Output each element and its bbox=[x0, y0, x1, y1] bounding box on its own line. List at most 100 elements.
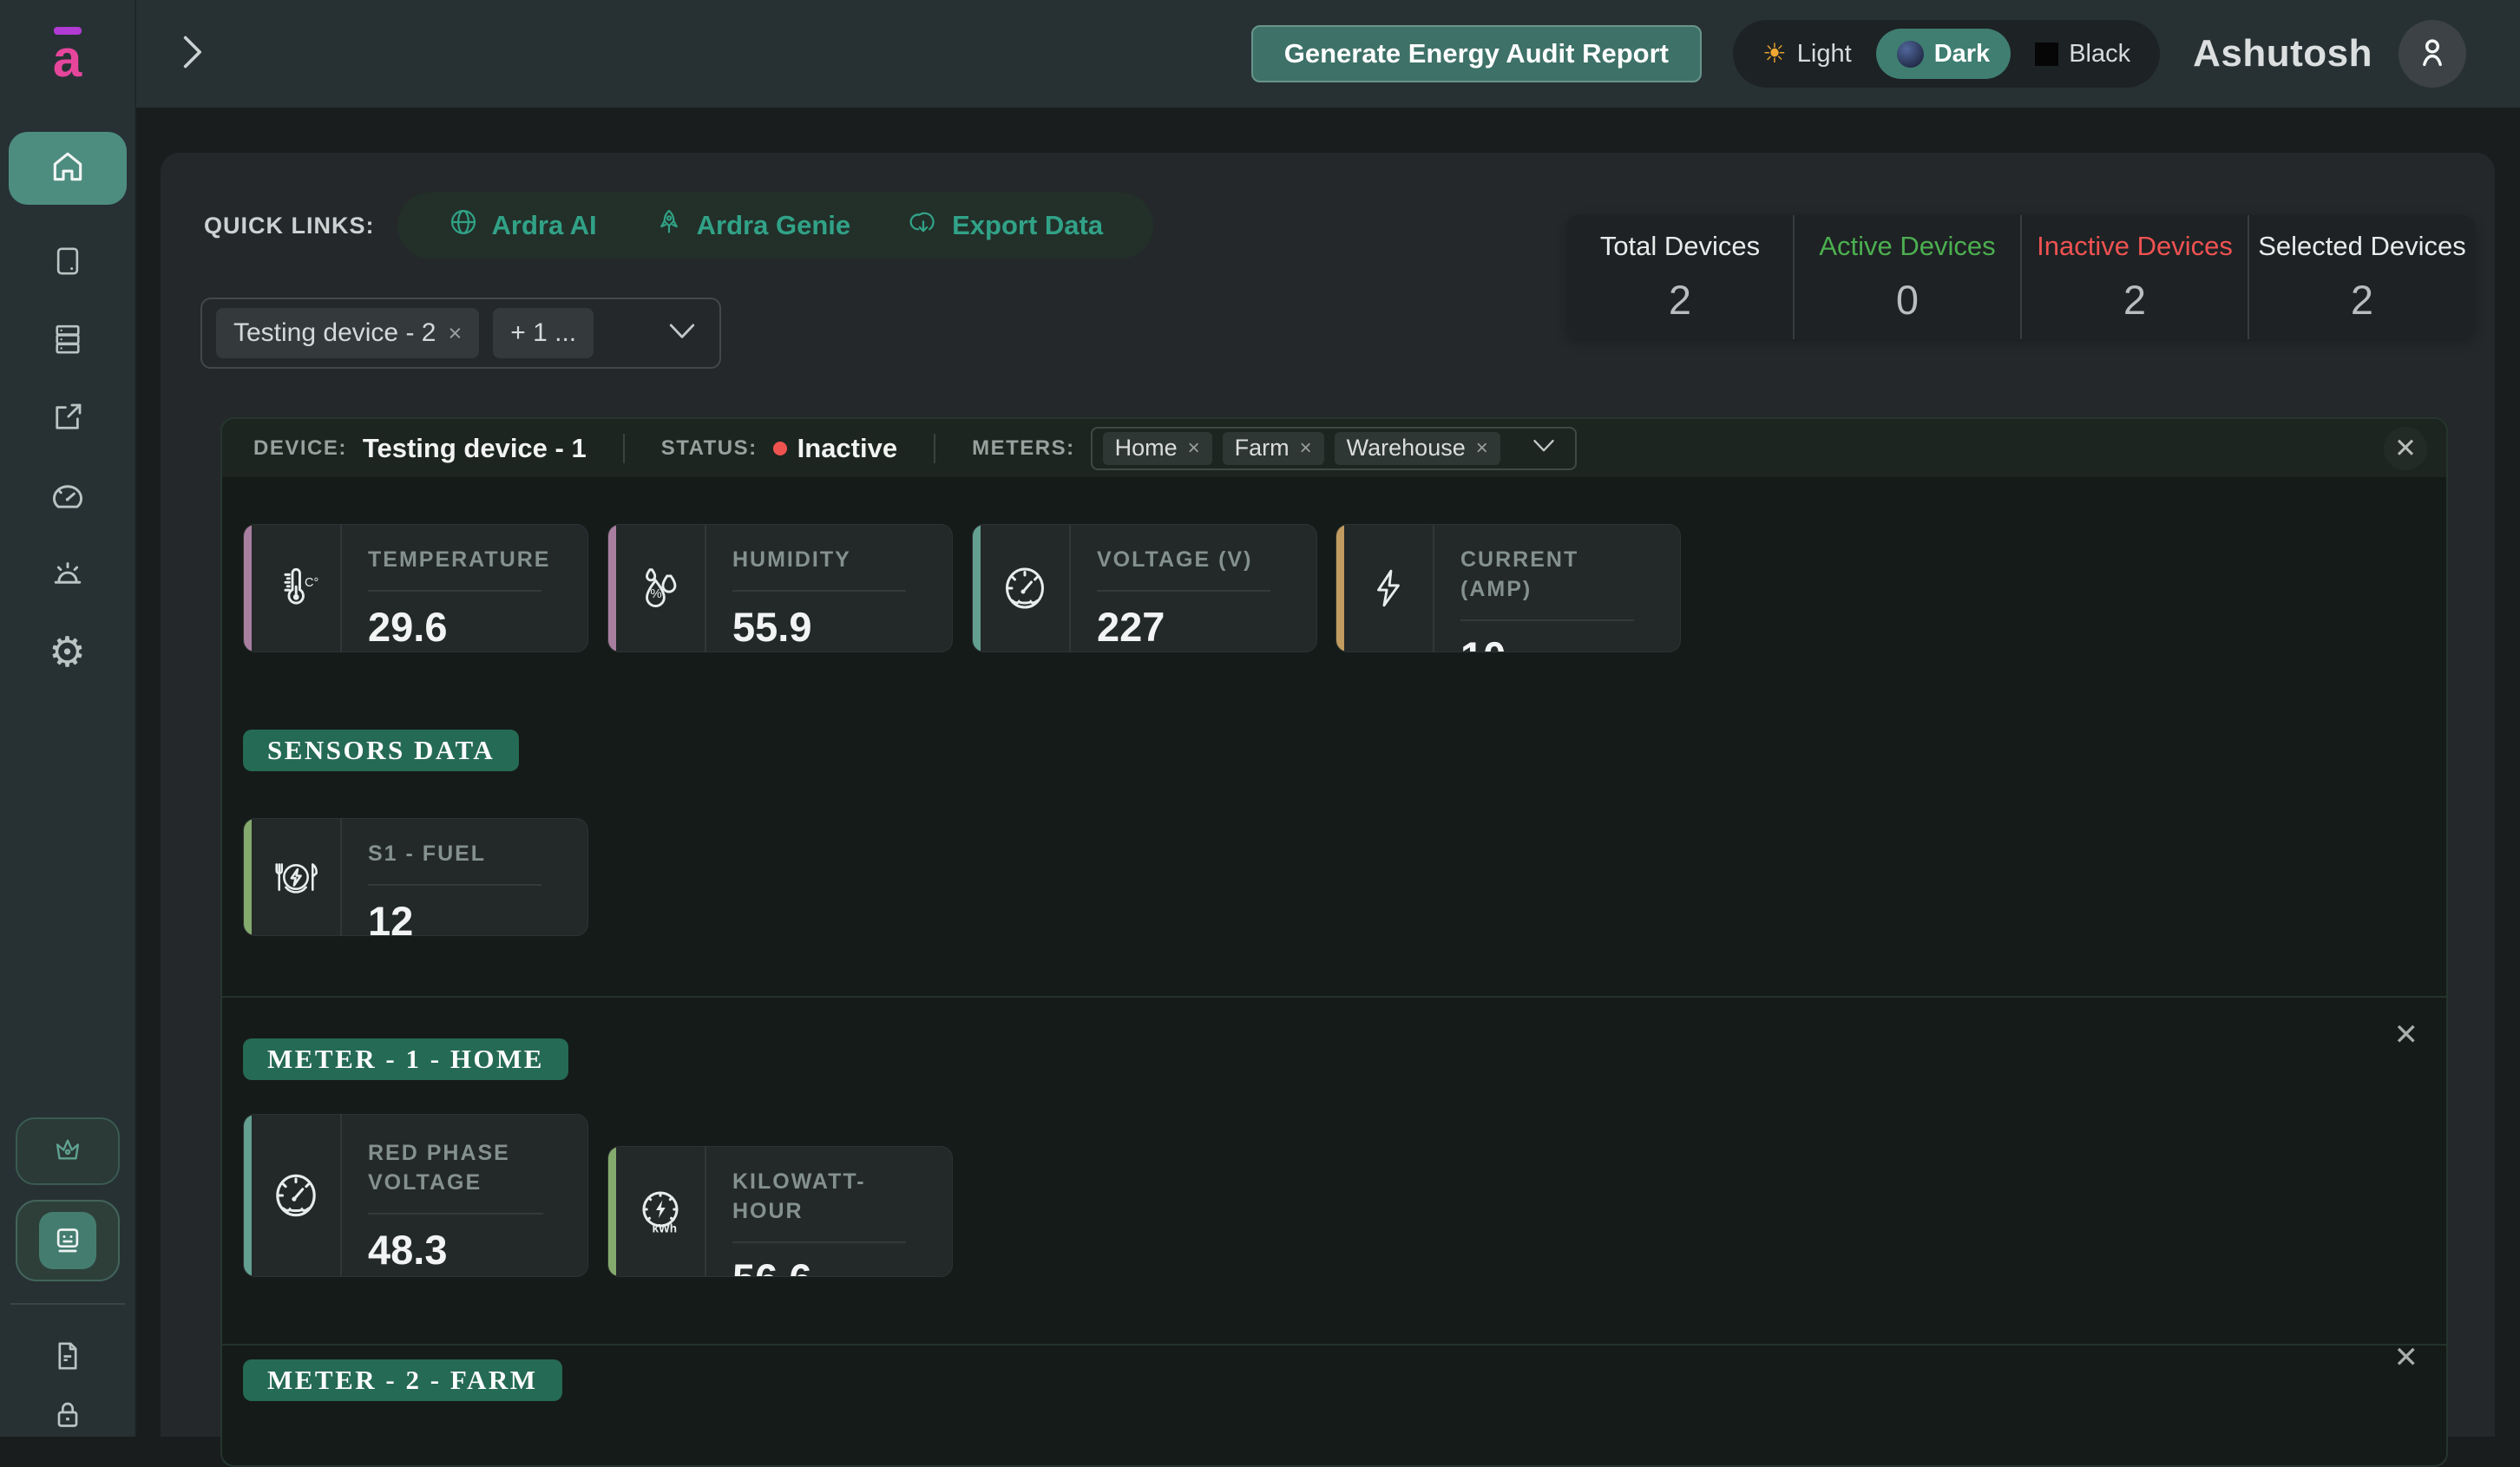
device-chip: Testing device - 2 × bbox=[216, 308, 479, 358]
card-accent bbox=[608, 525, 616, 652]
device-chip-label: Testing device - 2 bbox=[233, 318, 436, 348]
card-body: KILOWATT-HOUR 56.6 bbox=[706, 1147, 952, 1276]
card-body: S1 - FUEL 12 bbox=[342, 819, 587, 935]
tablet-icon bbox=[50, 242, 85, 285]
svg-text:kWh: kWh bbox=[653, 1221, 678, 1235]
metric-card-current: CURRENT (AMP) 10 bbox=[1335, 524, 1681, 652]
card-body: HUMIDITY 55.9 bbox=[706, 525, 952, 652]
card-body: CURRENT (AMP) 10 bbox=[1434, 525, 1680, 652]
header-divider bbox=[934, 434, 935, 463]
stat-active-devices: Active Devices 0 bbox=[1793, 215, 2020, 339]
device-label: DEVICE: bbox=[253, 436, 347, 461]
close-device-panel-button[interactable]: ✕ bbox=[2384, 427, 2427, 470]
card-value: 29.6 bbox=[368, 603, 565, 651]
stat-label: Active Devices bbox=[1819, 231, 1995, 262]
card-accent bbox=[608, 1147, 616, 1276]
device-panel-header: DEVICE: Testing device - 1 STATUS: Inact… bbox=[222, 419, 2446, 477]
quick-link-ardra-genie[interactable]: Ardra Genie bbox=[654, 206, 850, 245]
moon-icon bbox=[1897, 41, 1924, 68]
theme-toggle: ☀ Light Dark Black bbox=[1733, 20, 2160, 88]
sidebar-item-data[interactable] bbox=[48, 321, 88, 361]
sidebar-premium-button[interactable] bbox=[16, 1117, 120, 1185]
device-multiselect[interactable]: Testing device - 2 × + 1 ... bbox=[200, 298, 721, 369]
theme-dark-label: Dark bbox=[1934, 40, 1991, 69]
card-value: 227 bbox=[1097, 603, 1294, 651]
header-divider bbox=[623, 434, 625, 463]
card-rule bbox=[368, 884, 541, 886]
logo-letter: a bbox=[53, 36, 82, 81]
meter-chip-label: Warehouse bbox=[1347, 435, 1466, 462]
sensors-data-badge: SENSORS DATA bbox=[243, 730, 519, 771]
content-card: QUICK LINKS: Ardra AI Ardra Genie bbox=[161, 153, 2495, 1437]
remove-meter-chip-icon[interactable]: × bbox=[1188, 436, 1200, 461]
meter-chip-warehouse: Warehouse × bbox=[1335, 432, 1500, 465]
quick-link-ardra-ai[interactable]: Ardra AI bbox=[448, 206, 597, 245]
lock-icon bbox=[50, 1396, 85, 1438]
meters-label: METERS: bbox=[972, 436, 1075, 461]
kwh-meter-icon: kWh bbox=[616, 1147, 706, 1276]
meter-chip-home: Home × bbox=[1103, 432, 1212, 465]
remove-device-chip-icon[interactable]: × bbox=[448, 320, 462, 347]
sidebar-divider bbox=[10, 1303, 125, 1305]
quick-links-pill: Ardra AI Ardra Genie Export Data bbox=[397, 193, 1154, 259]
voltmeter-gauge-icon bbox=[252, 1115, 342, 1276]
more-devices-label: + 1 ... bbox=[510, 318, 576, 348]
card-value: 55.9 bbox=[732, 603, 929, 651]
rocket-icon bbox=[654, 206, 684, 245]
close-meter-1-button[interactable]: ✕ bbox=[2394, 1018, 2419, 1052]
chevron-down-icon[interactable] bbox=[667, 322, 697, 345]
card-label: CURRENT (AMP) bbox=[1460, 546, 1657, 605]
sidebar-item-settings[interactable]: ⚙ bbox=[48, 633, 88, 673]
card-label: HUMIDITY bbox=[732, 546, 929, 575]
topbar: a Generate Energy Audit Report ☀ Light D… bbox=[0, 0, 2520, 108]
meter-1-home-badge: METER - 1 - HOME bbox=[243, 1038, 568, 1080]
sidebar-item-security[interactable] bbox=[48, 1397, 88, 1437]
sidebar-item-devices[interactable] bbox=[48, 243, 88, 283]
user-avatar[interactable] bbox=[2399, 20, 2466, 88]
card-accent bbox=[244, 525, 252, 652]
person-icon bbox=[2412, 32, 2452, 76]
stat-total-devices: Total Devices 2 bbox=[1567, 215, 1793, 339]
metric-card-humidity: % HUMIDITY 55.9 bbox=[607, 524, 953, 652]
remove-meter-chip-icon[interactable]: × bbox=[1300, 436, 1312, 461]
sidebar-item-export[interactable] bbox=[48, 399, 88, 439]
card-body: TEMPERATURE 29.6 bbox=[342, 525, 587, 652]
black-square-icon bbox=[2035, 43, 2058, 66]
device-panel: DEVICE: Testing device - 1 STATUS: Inact… bbox=[220, 417, 2448, 1467]
logo[interactable]: a bbox=[0, 0, 136, 108]
remove-meter-chip-icon[interactable]: × bbox=[1476, 436, 1488, 461]
more-devices-chip[interactable]: + 1 ... bbox=[493, 308, 594, 358]
sidebar-item-monitoring[interactable] bbox=[48, 477, 88, 517]
status-dot-icon bbox=[773, 442, 787, 455]
sidebar-item-home[interactable] bbox=[9, 132, 127, 205]
sidebar-item-alerts[interactable] bbox=[48, 555, 88, 595]
quick-link-export-data[interactable]: Export Data bbox=[908, 206, 1103, 245]
meter-chip-label: Farm bbox=[1235, 435, 1290, 462]
card-rule bbox=[732, 590, 906, 592]
sidebar-item-docs[interactable] bbox=[48, 1338, 88, 1378]
sensor-card-fuel: S1 - FUEL 12 bbox=[243, 818, 588, 936]
card-rule bbox=[368, 590, 541, 592]
quick-link-label: Ardra Genie bbox=[697, 210, 850, 241]
chevron-down-icon[interactable] bbox=[1532, 438, 1556, 458]
close-meter-2-button[interactable]: ✕ bbox=[2394, 1340, 2419, 1375]
sidebar-assistant-button[interactable] bbox=[16, 1200, 120, 1281]
home-icon bbox=[49, 147, 87, 190]
generate-energy-audit-report-button[interactable]: Generate Energy Audit Report bbox=[1251, 25, 1702, 82]
quick-link-label: Export Data bbox=[952, 210, 1103, 241]
theme-option-black[interactable]: Black bbox=[2014, 29, 2151, 79]
humidity-drops-icon: % bbox=[616, 525, 706, 652]
crown-icon bbox=[51, 1133, 84, 1170]
svg-text:C°: C° bbox=[305, 576, 318, 590]
stat-value: 2 bbox=[1669, 276, 1691, 324]
card-label: VOLTAGE (V) bbox=[1097, 546, 1294, 575]
meters-multiselect[interactable]: Home × Farm × Warehouse × bbox=[1091, 427, 1577, 470]
card-rule bbox=[732, 1241, 906, 1243]
quick-link-label: Ardra AI bbox=[492, 210, 597, 241]
sidebar-expand-button[interactable] bbox=[174, 33, 209, 75]
theme-option-dark[interactable]: Dark bbox=[1876, 29, 2011, 79]
sun-icon: ☀ bbox=[1762, 38, 1787, 69]
card-rule bbox=[1097, 590, 1270, 592]
theme-option-light[interactable]: ☀ Light bbox=[1742, 29, 1873, 79]
card-accent bbox=[1336, 525, 1344, 652]
